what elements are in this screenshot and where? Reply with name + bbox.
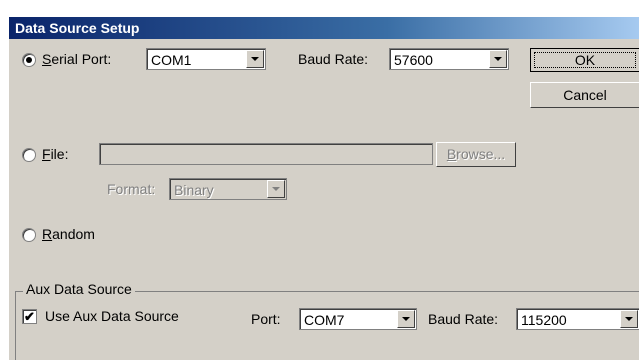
aux-port-value: COM7 xyxy=(304,312,345,328)
random-label[interactable]: Random xyxy=(42,225,95,243)
serial-port-value: COM1 xyxy=(151,52,192,68)
radio-selected-icon xyxy=(26,57,32,63)
serial-port-label[interactable]: Serial Port: xyxy=(42,50,111,68)
chevron-down-icon xyxy=(402,317,410,321)
format-select[interactable]: Binary xyxy=(169,178,287,200)
aux-group-title: Aux Data Source xyxy=(23,280,135,298)
use-aux-label[interactable]: Use Aux Data Source xyxy=(45,307,179,325)
baud-rate-select[interactable]: 57600 xyxy=(389,48,509,70)
serial-port-dropdown-button[interactable] xyxy=(246,50,264,68)
baud-rate-dropdown-button[interactable] xyxy=(489,50,507,68)
chevron-down-icon xyxy=(625,317,633,321)
aux-port-label: Port: xyxy=(251,311,281,327)
aux-port-select[interactable]: COM7 xyxy=(299,308,417,330)
aux-baud-rate-dropdown-button[interactable] xyxy=(620,310,638,328)
aux-baud-rate-value: 115200 xyxy=(521,312,567,328)
chevron-down-icon xyxy=(494,57,502,61)
ok-button[interactable]: OK xyxy=(530,48,639,72)
baud-rate-label: Baud Rate: xyxy=(298,51,369,67)
chevron-down-icon xyxy=(251,57,259,61)
aux-baud-rate-label: Baud Rate: xyxy=(428,311,499,327)
checkmark-icon: ✔ xyxy=(24,309,35,324)
baud-rate-value: 57600 xyxy=(394,52,433,68)
chevron-down-icon xyxy=(272,187,280,191)
serial-port-select[interactable]: COM1 xyxy=(146,48,266,70)
format-dropdown-button[interactable] xyxy=(267,180,285,198)
aux-baud-rate-select[interactable]: 115200 xyxy=(516,308,639,330)
file-label[interactable]: File: xyxy=(42,145,68,163)
aux-port-dropdown-button[interactable] xyxy=(397,310,415,328)
format-value: Binary xyxy=(174,182,214,198)
serial-port-radio[interactable] xyxy=(22,53,36,67)
random-radio[interactable] xyxy=(22,228,36,242)
format-label: Format: xyxy=(107,181,156,197)
dialog-title: Data Source Setup xyxy=(9,17,639,39)
data-source-setup-dialog: Data Source Setup Serial Port: COM1 Baud… xyxy=(8,16,639,360)
cancel-button[interactable]: Cancel xyxy=(530,82,639,108)
file-path-input[interactable] xyxy=(99,143,433,165)
browse-button[interactable]: Browse... xyxy=(436,142,516,167)
use-aux-checkbox[interactable]: ✔ xyxy=(22,309,37,324)
file-radio[interactable] xyxy=(22,148,36,162)
